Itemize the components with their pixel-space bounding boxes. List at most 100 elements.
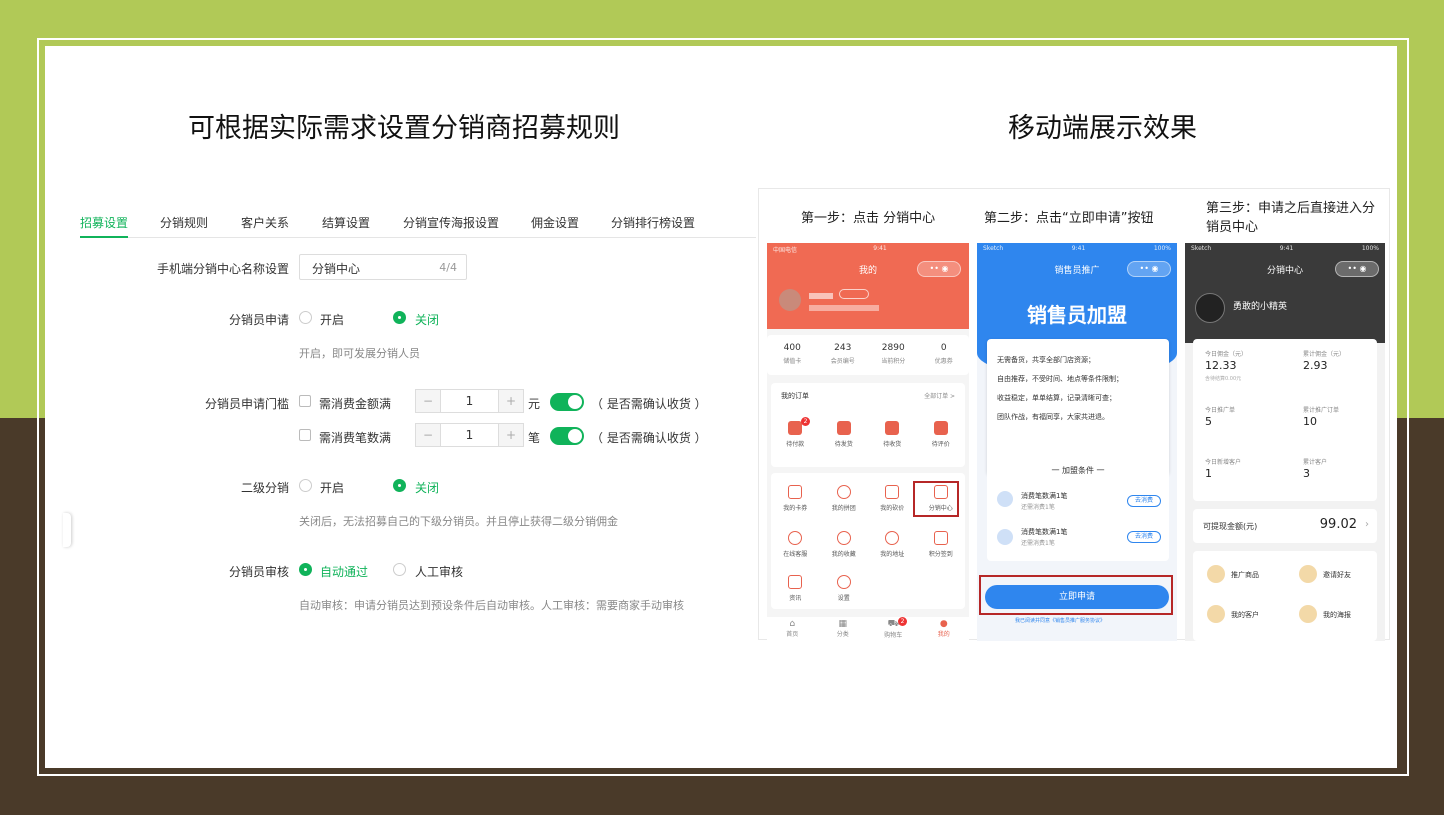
agreement-text[interactable]: 我已阅读并同意《销售员推广服务协议》: [1015, 617, 1105, 624]
grid-icon: ▦: [838, 619, 847, 629]
collapse-handle[interactable]: [63, 513, 71, 547]
order-pending-receive[interactable]: 待收货: [868, 421, 917, 448]
condition-1-title: 消费笔数满1笔: [1021, 492, 1068, 500]
audit-auto-radio[interactable]: [299, 563, 312, 576]
amount-confirm-toggle[interactable]: [550, 393, 584, 411]
grid-favorites[interactable]: 我的收藏: [820, 531, 869, 558]
order-pending-pay[interactable]: 待付款 2: [771, 417, 820, 448]
grid-my-group[interactable]: 我的拼团: [820, 485, 869, 512]
grid-online-service[interactable]: 在线客服: [771, 531, 820, 558]
plus-icon[interactable]: +: [499, 424, 523, 446]
tab-settlement-settings[interactable]: 结算设置: [322, 214, 370, 231]
mini-program-capsule[interactable]: •• ◉: [1127, 261, 1171, 277]
minus-icon[interactable]: −: [416, 424, 440, 446]
apply-off-radio[interactable]: [393, 311, 406, 324]
grid-checkin[interactable]: 积分签到: [917, 531, 966, 558]
stat-label: 今日推广单: [1205, 407, 1236, 414]
step-3-caption: 第三步：申请之后直接进入分销员中心: [1206, 201, 1376, 235]
nav-mine[interactable]: ● 我的: [919, 617, 970, 641]
step-2-caption: 第二步：点击“立即申请”按钮: [984, 211, 1154, 226]
username: 勇敢的小精英: [1233, 302, 1288, 312]
condition-2-sub: 还需消费1笔: [1021, 540, 1055, 547]
highlight-distribution-center: [913, 481, 959, 517]
tab-customer-relations[interactable]: 客户关系: [241, 214, 289, 231]
box-icon: [836, 421, 851, 435]
benefit-1: 无需备货，共享全部门店资源；: [997, 356, 1095, 364]
count-label: 需消费笔数满: [319, 431, 392, 445]
phone-distribution-center: Sketch 9:41 100% 分销中心 •• ◉ 勇敢的小精英 今日佣金（元） …: [1185, 243, 1385, 641]
audit-label: 分销员审核: [228, 565, 289, 579]
phone-apply-page: Sketch 9:41 100% 销售员推广 •• ◉ 销售员加盟 无需备货，共享全…: [977, 243, 1177, 641]
stat-sub: 含待结算0.00元: [1205, 376, 1242, 382]
tab-commission-settings[interactable]: 佣金设置: [531, 214, 579, 231]
grid-news[interactable]: 资讯: [771, 575, 820, 602]
benefit-2: 自由推荐，不受时间、地点等条件限制；: [997, 375, 1123, 383]
audit-manual-radio[interactable]: [393, 563, 406, 576]
condition-2-button[interactable]: 去消费: [1127, 531, 1161, 543]
count-value[interactable]: 1: [440, 424, 499, 446]
orders-all-link[interactable]: 全部订单 >: [924, 391, 955, 400]
center-name-input[interactable]: 分销中心 4/4: [299, 254, 467, 280]
apply-on-radio[interactable]: [299, 311, 312, 324]
mini-program-capsule[interactable]: •• ◉: [1335, 261, 1379, 277]
tab-ranking-settings[interactable]: 分销排行榜设置: [611, 214, 695, 231]
amount-checkbox[interactable]: [299, 395, 311, 407]
menu-invite-friends[interactable]: 邀请好友: [1323, 570, 1351, 580]
benefit-4: 团队作战，有福同享，大家共进退。: [997, 413, 1109, 421]
stats-card: 今日佣金（元） 12.33 含待结算0.00元 累计佣金（元） 2.93 今日推…: [1193, 339, 1377, 501]
highlight-apply-button: [979, 575, 1173, 615]
stat-member-no[interactable]: 243 会员编号: [818, 335, 869, 375]
tab-poster-settings[interactable]: 分销宣传海报设置: [403, 214, 499, 231]
stat-value: 3: [1303, 467, 1310, 480]
active-tab-underline: [80, 236, 128, 238]
condition-icon: [997, 491, 1013, 507]
count-confirm-toggle[interactable]: [550, 427, 584, 445]
stat-stored-card[interactable]: 400 储值卡: [767, 335, 818, 375]
audit-auto-label: 自动通过: [320, 565, 369, 579]
blurred-name: [809, 293, 833, 299]
apply-on-label: 开启: [320, 313, 345, 327]
condition-1-button[interactable]: 去消费: [1127, 495, 1161, 507]
withdraw-row[interactable]: 可提现金额(元) 99.02 ›: [1193, 509, 1377, 543]
tab-distribution-rules[interactable]: 分销规则: [160, 214, 208, 231]
mobile-showcase: 第一步：点击 分销中心 第二步：点击“立即申请”按钮 第三步：申请之后直接进入分…: [758, 188, 1390, 641]
amount-value[interactable]: 1: [440, 390, 499, 412]
grid-settings[interactable]: 设置: [820, 575, 869, 602]
stat-value: 10: [1303, 415, 1317, 428]
grid-address[interactable]: 我的地址: [868, 531, 917, 558]
menu-my-customers[interactable]: 我的客户: [1231, 610, 1259, 620]
level2-on-radio[interactable]: [299, 479, 312, 492]
nav-cart[interactable]: ⛟ 购物车 2: [868, 617, 919, 641]
order-pending-review[interactable]: 待评价: [917, 421, 966, 448]
plus-icon[interactable]: +: [499, 390, 523, 412]
avatar: [1195, 293, 1225, 323]
name-setting-label: 手机端分销中心名称设置: [156, 262, 289, 276]
grid-my-coupons[interactable]: 我的卡券: [771, 485, 820, 512]
conditions-title: 一 加盟条件 一: [1051, 466, 1105, 475]
benefit-3: 收益稳定，单单结算，记录清晰可查；: [997, 394, 1116, 402]
level2-off-radio[interactable]: [393, 479, 406, 492]
order-badge: 2: [801, 417, 810, 426]
count-stepper[interactable]: − 1 +: [415, 423, 524, 447]
order-pending-ship[interactable]: 待发货: [820, 421, 869, 448]
tab-recruit-settings[interactable]: 招募设置: [80, 214, 128, 231]
phone-my-page: 中国电信 9:41 我的 •• ◉ 400 储值卡 243 会员编号 2890 当前积分…: [767, 243, 969, 641]
nav-category[interactable]: ▦ 分类: [818, 617, 869, 641]
users-icon: [836, 485, 851, 499]
stat-points[interactable]: 2890 当前积分: [868, 335, 919, 375]
audit-help: 自动审核：申请分销员达到预设条件后自动审核。人工审核：需要商家手动审核: [299, 599, 684, 612]
menu-my-poster[interactable]: 我的海报: [1323, 610, 1351, 620]
phone1-stats: 400 储值卡 243 会员编号 2890 当前积分 0 优惠券: [767, 335, 969, 375]
mini-program-capsule[interactable]: •• ◉: [917, 261, 961, 277]
level2-label: 二级分销: [240, 481, 289, 495]
location-icon: [885, 531, 900, 545]
left-title: 可根据实际需求设置分销商招募规则: [188, 113, 620, 144]
stat-coupons[interactable]: 0 优惠券: [919, 335, 970, 375]
amount-stepper[interactable]: − 1 +: [415, 389, 524, 413]
grid-my-bargain[interactable]: 我的砍价: [868, 485, 917, 512]
nav-home[interactable]: ⌂ 首页: [767, 617, 818, 641]
menu-promote-goods[interactable]: 推广商品: [1231, 570, 1259, 580]
minus-icon[interactable]: −: [416, 390, 440, 412]
right-title: 移动端展示效果: [1008, 113, 1197, 144]
count-checkbox[interactable]: [299, 429, 311, 441]
